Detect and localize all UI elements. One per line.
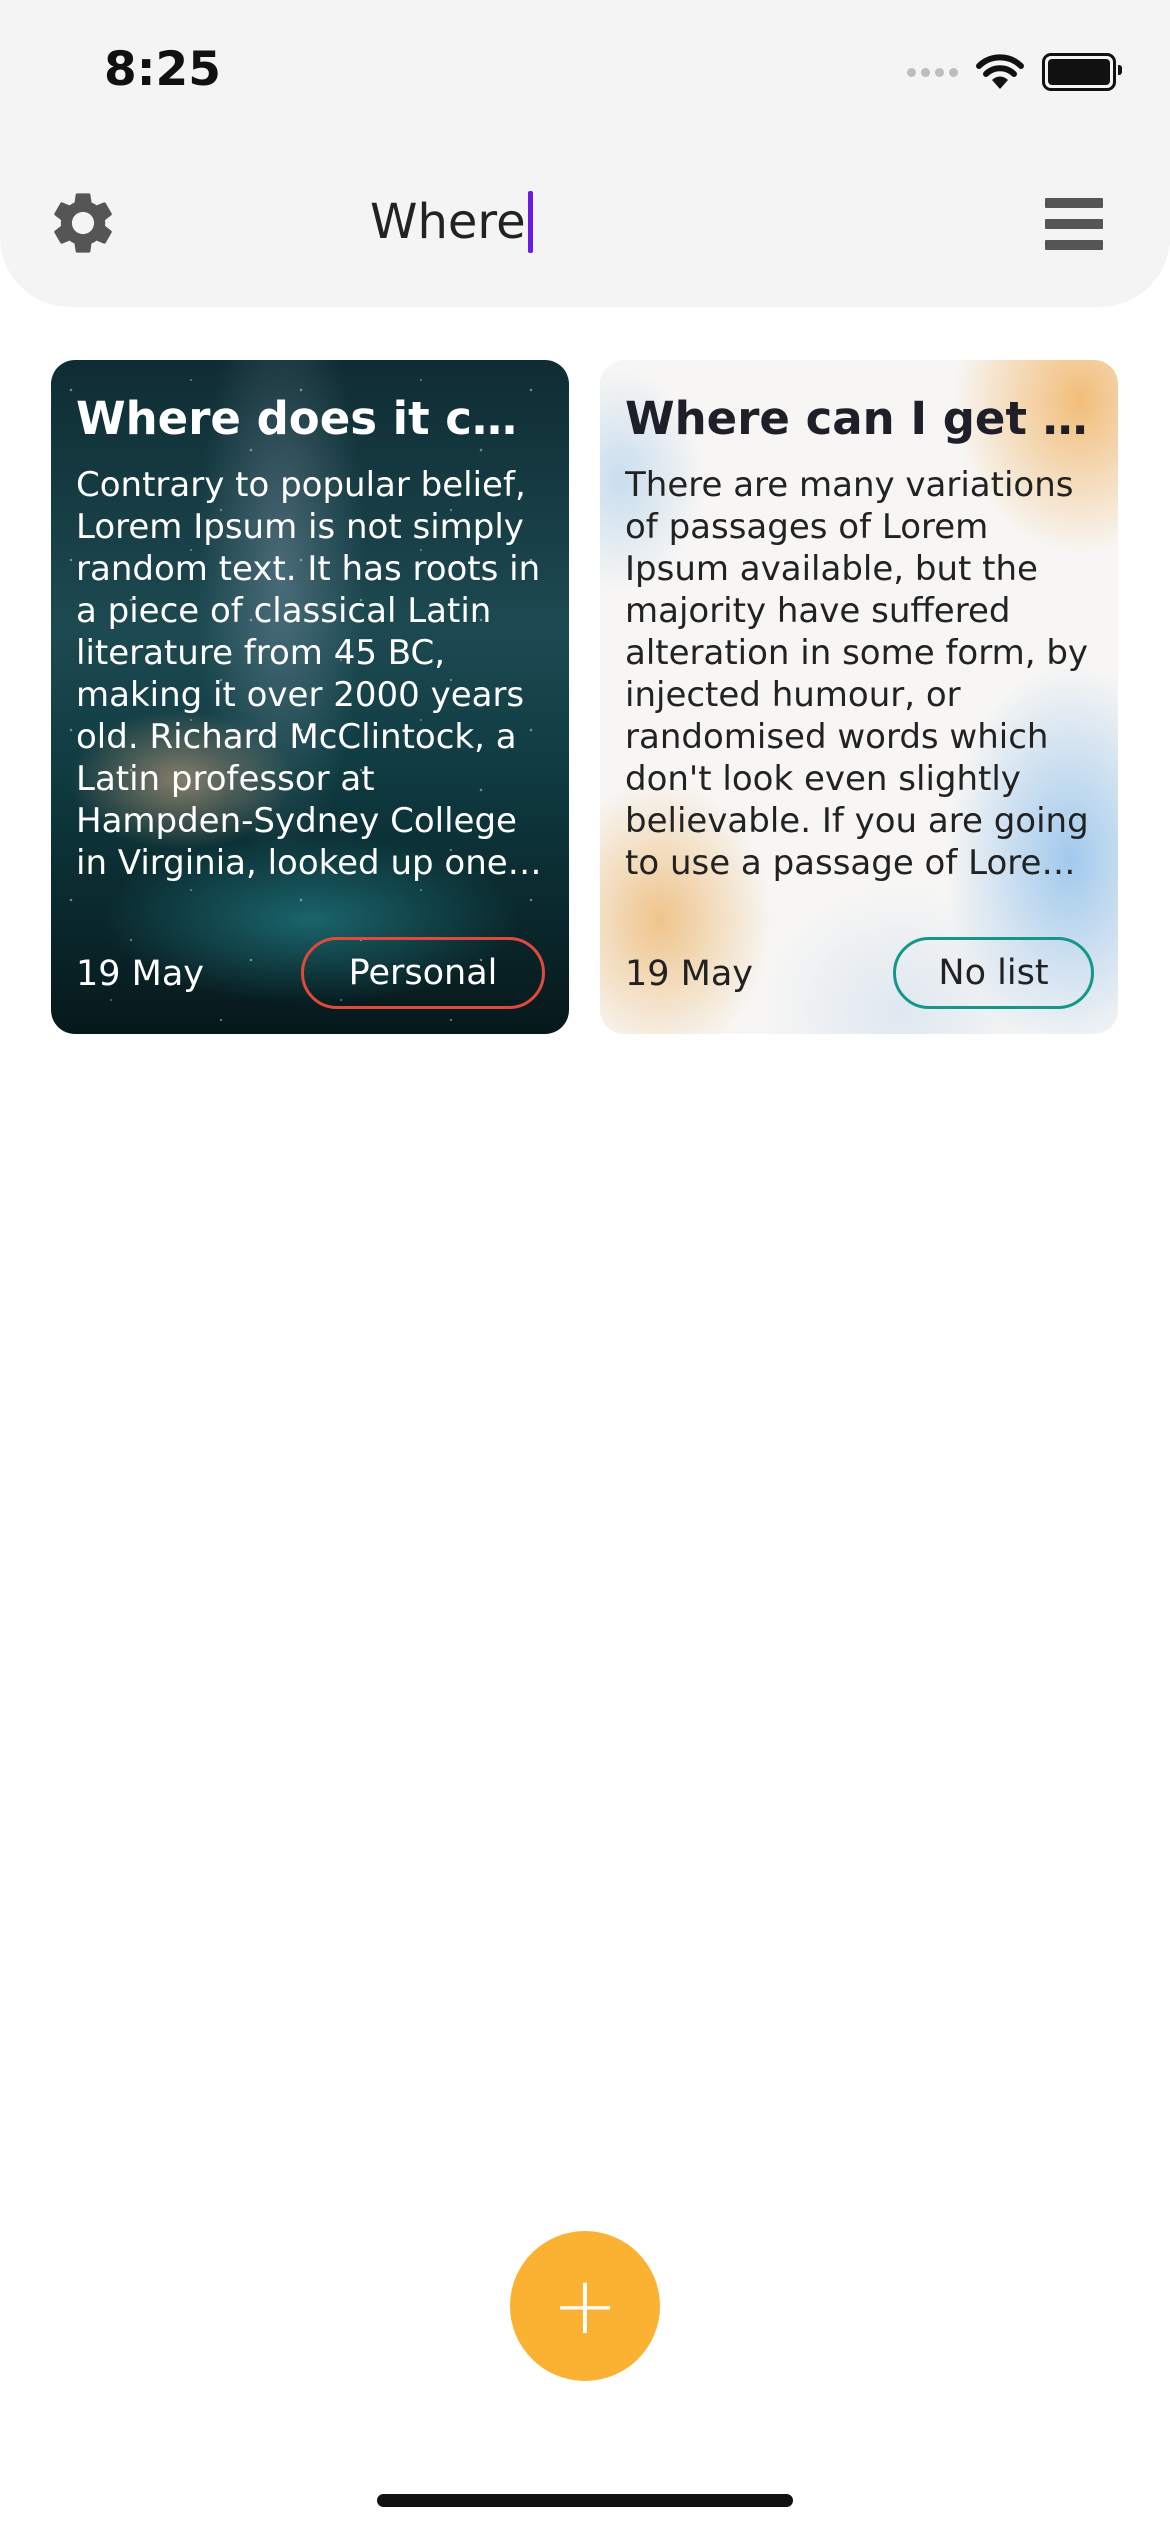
- note-date: 19 May: [76, 954, 205, 994]
- note-title: Where does it come from?: [76, 392, 546, 445]
- gear-icon[interactable]: [46, 186, 120, 260]
- note-date: 19 May: [625, 954, 754, 994]
- note-body: There are many variations of passages of…: [625, 465, 1089, 883]
- add-note-button[interactable]: +: [510, 2231, 660, 2381]
- note-body: Contrary to popular belief, Lorem Ipsum …: [76, 465, 541, 883]
- note-card[interactable]: Where does it come from? Contrary to pop…: [51, 360, 569, 1034]
- top-bar: 8:25 Where: [0, 0, 1170, 307]
- note-tag-chip[interactable]: Personal: [301, 937, 545, 1009]
- note-card[interactable]: Where can I get some? There are many var…: [600, 360, 1118, 1034]
- text-caret: [527, 191, 533, 253]
- hamburger-menu-icon[interactable]: [1045, 198, 1103, 250]
- status-icons: [907, 52, 1122, 92]
- battery-icon: [1042, 53, 1122, 91]
- status-time: 8:25: [104, 42, 221, 97]
- cellular-signal-icon: [907, 67, 958, 77]
- plus-icon: +: [551, 2259, 619, 2352]
- search-input[interactable]: Where: [370, 190, 533, 254]
- home-indicator[interactable]: [377, 2494, 793, 2507]
- note-tag-chip[interactable]: No list: [893, 937, 1094, 1009]
- wifi-icon: [976, 54, 1024, 89]
- search-input-value: Where: [370, 194, 526, 250]
- note-title: Where can I get some?: [625, 392, 1095, 445]
